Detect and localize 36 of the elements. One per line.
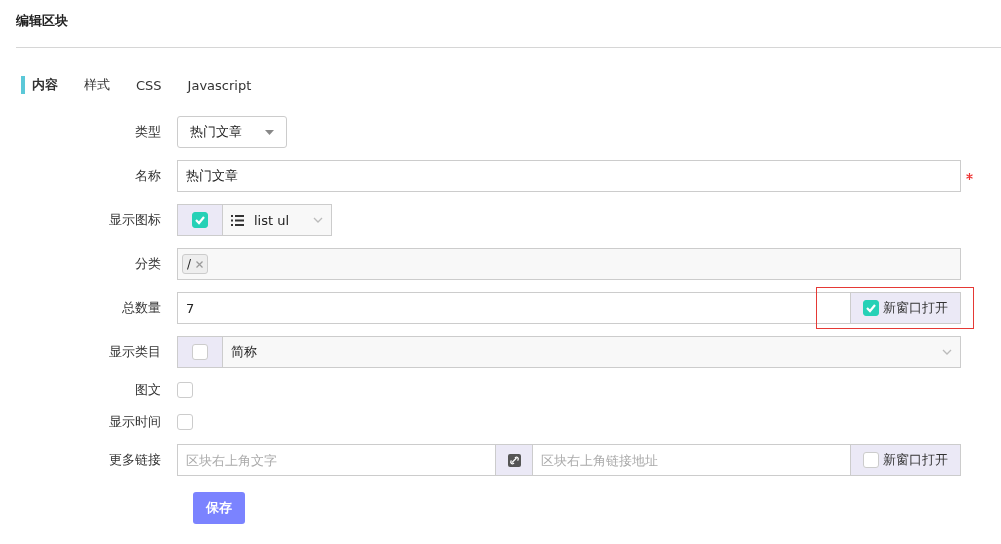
type-select[interactable]: 热门文章 [177, 116, 287, 148]
checkbox[interactable] [863, 452, 879, 468]
field-label: 名称 [134, 167, 162, 185]
field-label: 显示类目 [108, 343, 162, 361]
field-label: 分类 [134, 255, 162, 273]
checkbox[interactable] [192, 212, 208, 228]
list-icon [231, 214, 244, 226]
category-select[interactable]: 简称 [223, 336, 961, 368]
tab[interactable]: 样式 [69, 76, 121, 94]
field-label: 总数量 [121, 299, 162, 317]
chevron-icon [942, 349, 952, 355]
tab[interactable]: CSS [121, 76, 173, 94]
category-tag[interactable]: / [182, 254, 209, 274]
checkbox[interactable] [192, 344, 208, 360]
url-field[interactable]: 区块右上角链接地址 [533, 444, 850, 476]
tab[interactable]: 内容 [21, 76, 69, 94]
count-field[interactable]: 7 [177, 292, 850, 324]
field-label: 图文 [134, 381, 162, 399]
text-field[interactable]: 区块右上角文字 [177, 444, 495, 476]
field-label: 更多链接 [108, 451, 162, 469]
checkbox[interactable] [177, 382, 193, 398]
page-title: 编辑区块 [15, 12, 69, 30]
checkbox[interactable] [177, 414, 193, 430]
category-field[interactable]: / [177, 248, 961, 280]
field-label: 显示时间 [108, 413, 162, 431]
checkbox-label: 新窗口打开 [883, 451, 948, 469]
name-field[interactable]: 热门文章 [177, 160, 961, 192]
tab[interactable]: Javascript [172, 76, 263, 94]
checkbox[interactable] [863, 300, 879, 316]
field-label: 显示图标 [108, 211, 162, 229]
icon-select[interactable]: list ul [223, 204, 332, 236]
checkbox-label: 新窗口打开 [883, 299, 948, 317]
remove-icon[interactable] [196, 260, 204, 268]
caret-icon [265, 129, 274, 135]
chevron-icon [313, 217, 323, 223]
field-label: 类型 [134, 123, 162, 141]
